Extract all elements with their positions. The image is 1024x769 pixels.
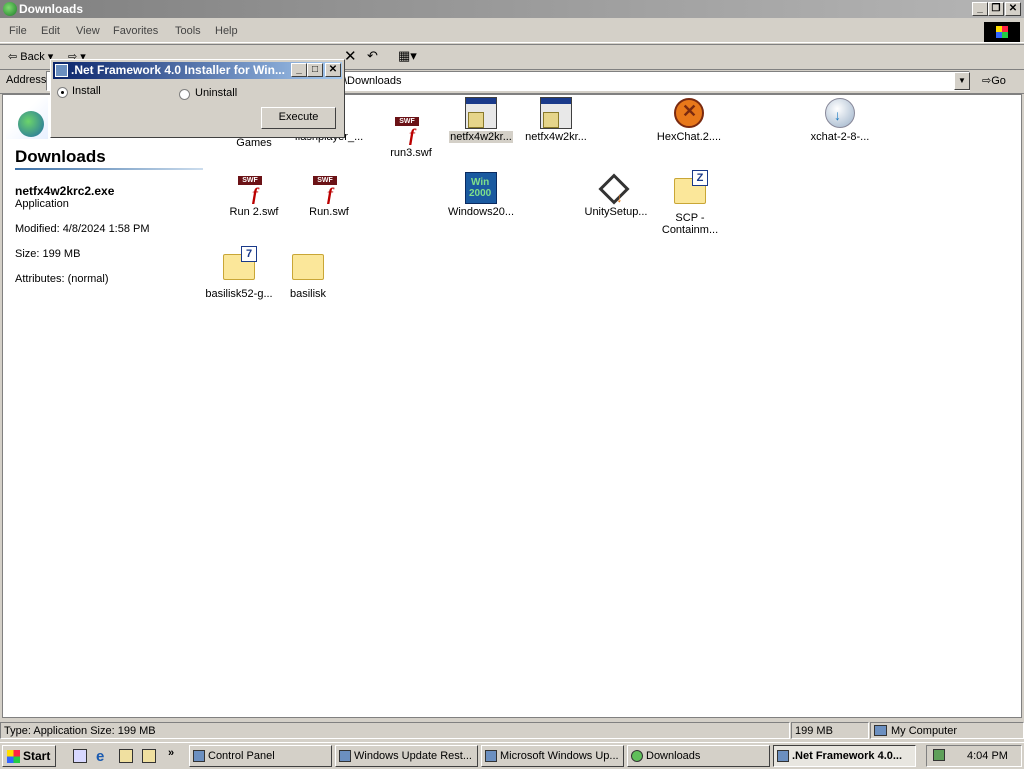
uninstall-radio[interactable] [179, 89, 190, 100]
status-zone: My Computer [870, 722, 1024, 739]
zip-folder-icon: Z [674, 170, 708, 204]
undo-icon[interactable]: ↶ [367, 48, 378, 64]
system-tray: 4:04 PM [926, 745, 1022, 767]
selected-file-name: netfx4w2krc2.exe [15, 184, 115, 198]
file-item[interactable]: basilisk [266, 248, 350, 300]
selected-file-size: Size: 199 MB [15, 248, 81, 260]
file-item[interactable]: ✕ HexChat.2.... [647, 97, 731, 143]
installer-dialog[interactable]: .Net Framework 4.0 Installer for Win... … [50, 59, 345, 138]
address-dropdown-button[interactable]: ▼ [954, 72, 970, 90]
back-button[interactable]: ⇦ Back ▾ [8, 50, 53, 63]
menu-favorites[interactable]: Favorites [113, 25, 158, 37]
search-icon[interactable] [142, 749, 156, 763]
task-control-panel[interactable]: Control Panel [189, 745, 332, 767]
hexchat-icon: ✕ [673, 97, 705, 129]
file-item[interactable]: netfx4w2kr... [514, 97, 598, 143]
flash-file-icon: SWFf [238, 172, 270, 204]
panel-title: Downloads [15, 147, 106, 166]
dialog-title: .Net Framework 4.0 Installer for Win... [71, 63, 285, 77]
menu-help[interactable]: Help [215, 25, 238, 37]
menu-file[interactable]: File [9, 25, 27, 37]
show-desktop-icon[interactable] [73, 749, 87, 763]
ie-icon [485, 750, 497, 762]
computer-icon [874, 725, 887, 736]
7zip-folder-icon: 7 [223, 246, 257, 280]
dialog-maximize-button[interactable]: □ [307, 63, 323, 77]
window-title: Downloads [19, 2, 84, 16]
installer-icon [465, 97, 497, 129]
network-icon[interactable] [933, 749, 945, 761]
status-bar: Type: Application Size: 199 MB 199 MB My… [0, 721, 1024, 741]
execute-button[interactable]: Execute [261, 107, 336, 129]
minimize-button[interactable]: _ [972, 2, 988, 16]
file-item[interactable]: SWF f Run 2.swf [212, 172, 296, 218]
selected-file-attributes: Attributes: (normal) [15, 273, 109, 285]
dialog-close-button[interactable]: ✕ [325, 63, 341, 77]
close-button[interactable]: ✕ [1005, 2, 1021, 16]
flash-file-icon: SWFf [395, 113, 427, 145]
task-windows-update-rest[interactable]: Windows Update Rest... [335, 745, 478, 767]
xchat-installer-icon: ↓ [824, 97, 856, 129]
outlook-express-icon[interactable] [119, 749, 133, 763]
web-view-panel: Downloads netfx4w2krc2.exe Application M… [3, 95, 208, 395]
menu-edit[interactable]: Edit [41, 25, 60, 37]
internet-explorer-icon[interactable]: e [96, 748, 104, 765]
file-item[interactable]: ↓ xchat-2-8-... [798, 97, 882, 143]
window-title-bar[interactable]: Downloads _ ❐ ✕ [0, 0, 1024, 18]
taskbar: Start e » Control Panel Windows Update R… [0, 742, 1024, 769]
menu-view[interactable]: View [76, 25, 100, 37]
panel-divider [15, 168, 203, 170]
installer-icon [540, 97, 572, 129]
ie-icon [339, 750, 351, 762]
delete-icon[interactable]: ✕ [344, 47, 357, 65]
windows-2000-icon: Win 2000 [465, 172, 497, 204]
install-label: Install [72, 85, 101, 97]
unity-icon: ↓ [598, 172, 632, 205]
file-item[interactable]: SWF f Run.swf [287, 172, 371, 218]
file-item[interactable]: netfx4w2kr... [439, 97, 523, 143]
status-text: Type: Application Size: 199 MB [0, 722, 790, 739]
app-window-icon [777, 750, 789, 762]
status-size: 199 MB [791, 722, 869, 739]
folder-view[interactable]: Downloads netfx4w2krc2.exe Application M… [2, 94, 1022, 718]
start-button[interactable]: Start [2, 745, 56, 767]
uninstall-label: Uninstall [195, 87, 238, 99]
address-label: Address [6, 74, 47, 86]
task-net-installer[interactable]: .Net Framework 4.0... [773, 745, 916, 767]
app-window-icon [55, 64, 68, 77]
address-value: \Downloads [344, 75, 402, 87]
control-panel-icon [193, 750, 205, 762]
downloads-folder-icon [6, 97, 48, 139]
menu-bar: File Edit View Favorites Tools Help [0, 20, 1024, 43]
windows-logo-icon [7, 750, 20, 763]
install-radio[interactable] [57, 87, 68, 98]
dialog-title-bar[interactable]: .Net Framework 4.0 Installer for Win... … [53, 62, 342, 79]
chevron-more-icon[interactable]: » [168, 747, 174, 759]
task-downloads[interactable]: Downloads [627, 745, 770, 767]
file-item[interactable]: ↓ UnitySetup... [574, 172, 658, 218]
selected-file-type: Application [15, 198, 69, 210]
folder-globe-icon [631, 750, 643, 762]
views-button[interactable]: ▦▾ [398, 48, 417, 64]
windows-logo-icon [984, 22, 1020, 42]
restore-button[interactable]: ❐ [988, 2, 1004, 16]
file-item[interactable]: Z SCP - Containm... [648, 170, 732, 236]
menu-tools[interactable]: Tools [175, 25, 201, 37]
folder-icon [292, 254, 324, 280]
flash-file-icon: SWFf [313, 172, 345, 204]
selected-file-modified: Modified: 4/8/2024 1:58 PM [15, 223, 150, 235]
file-item[interactable]: Win 2000 Windows20... [439, 172, 523, 218]
folder-globe-icon [3, 2, 17, 16]
go-button[interactable]: ⇨Go [982, 74, 1006, 87]
dialog-minimize-button[interactable]: _ [291, 63, 307, 77]
task-microsoft-windows-update[interactable]: Microsoft Windows Up... [481, 745, 624, 767]
clock[interactable]: 4:04 PM [967, 750, 1008, 762]
